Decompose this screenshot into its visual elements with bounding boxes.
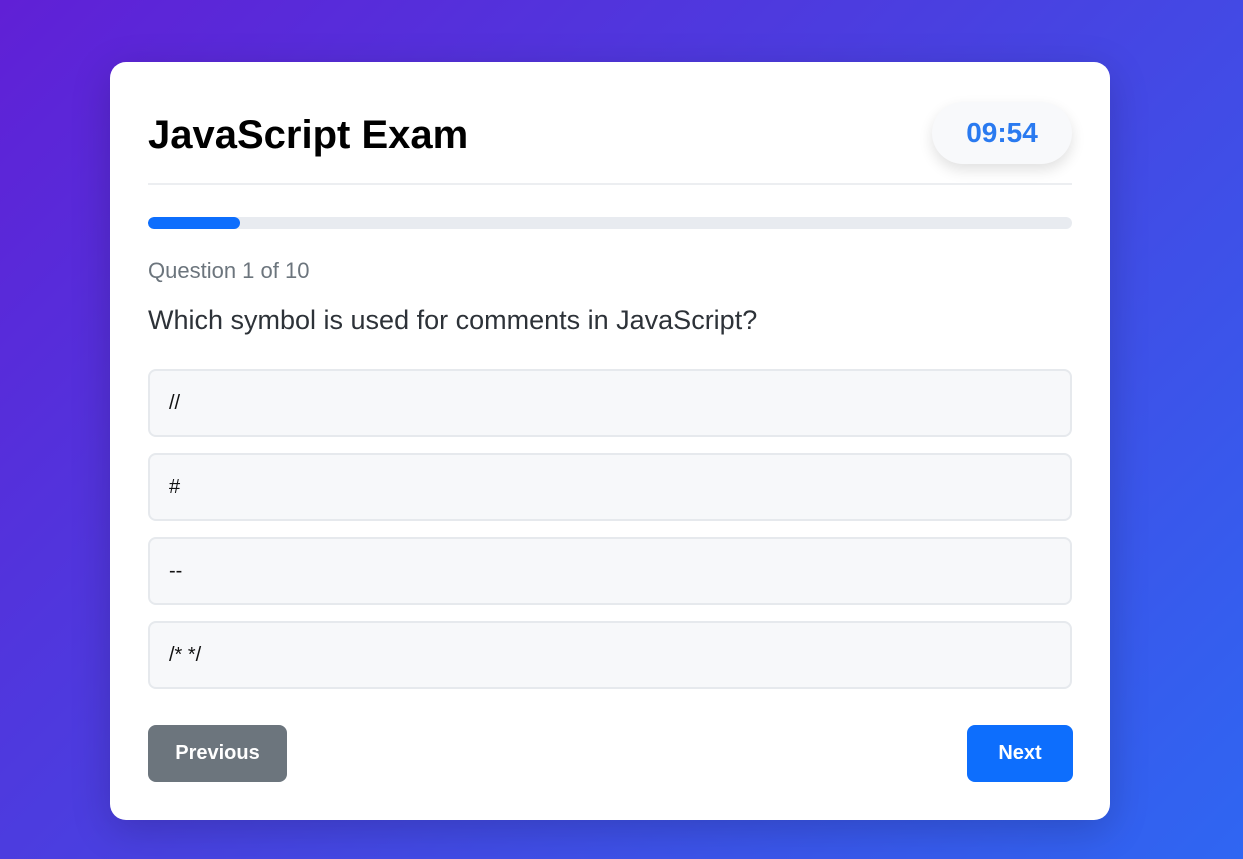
question-text: Which symbol is used for comments in Jav… [148, 305, 758, 335]
timer-badge: 09:54 [932, 102, 1072, 164]
progress-bar [148, 217, 1072, 229]
answer-option[interactable]: -- [148, 537, 1072, 605]
answer-option[interactable]: /* */ [148, 621, 1072, 689]
question-counter: Question 1 of 10 [148, 258, 310, 283]
exam-card: JavaScript Exam 09:54 Question 1 of 10 W… [110, 62, 1110, 820]
next-button[interactable]: Next [967, 725, 1073, 782]
exam-title: JavaScript Exam [148, 113, 469, 157]
exam-header: JavaScript Exam 09:54 [148, 62, 1072, 185]
progress-fill [148, 217, 241, 229]
answer-options: // # -- /* */ [148, 369, 1072, 705]
answer-option[interactable]: // [148, 369, 1072, 437]
answer-option[interactable]: # [148, 453, 1072, 521]
previous-button[interactable]: Previous [148, 725, 287, 782]
